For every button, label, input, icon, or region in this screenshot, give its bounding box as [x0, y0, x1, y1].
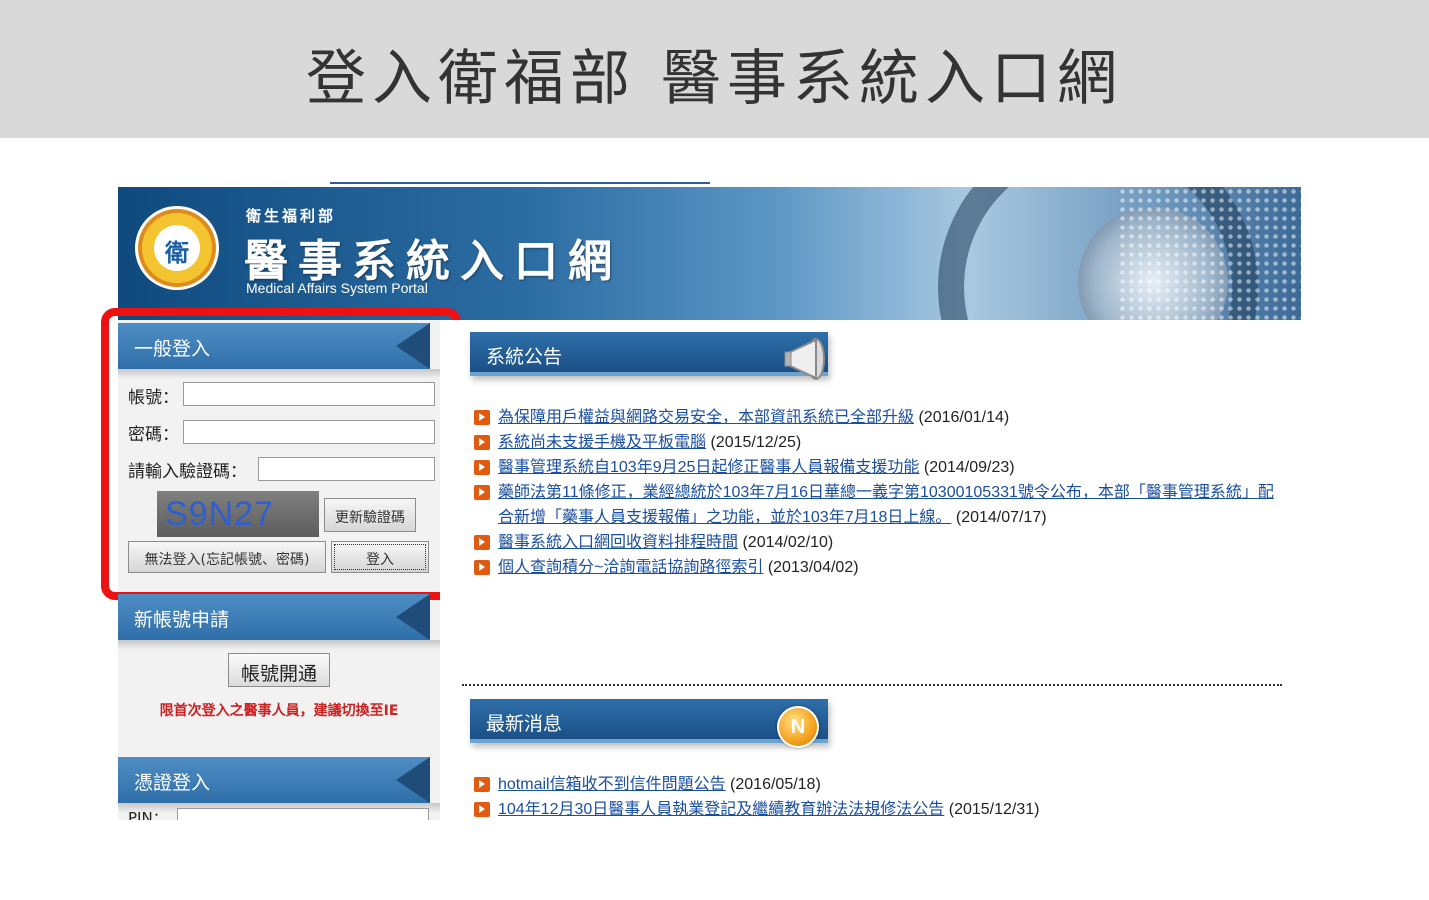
account-activation-button[interactable]: 帳號開通: [228, 653, 330, 687]
announcement-link[interactable]: 為保障用戶權益與網路交易安全，本部資訊系統已全部升級: [498, 409, 914, 426]
list-item: hotmail信箱收不到信件問題公告 (2016/05/18): [474, 772, 1284, 797]
play-bullet-icon: [474, 410, 490, 425]
list-item: 為保障用戶權益與網路交易安全，本部資訊系統已全部升級 (2016/01/14): [474, 405, 1284, 430]
ministry-logo: 衛: [138, 209, 216, 287]
latest-news-header: 最新消息: [470, 699, 828, 743]
announcements-list: 為保障用戶權益與網路交易安全，本部資訊系統已全部升級 (2016/01/14) …: [474, 405, 1284, 580]
announcement-date: (2014/02/10): [742, 534, 834, 551]
news-date: (2015/12/31): [948, 801, 1040, 818]
list-item: 個人查詢積分~洽詢電話協詢路徑索引 (2013/04/02): [474, 555, 1284, 580]
announcement-date: (2014/07/17): [955, 509, 1047, 526]
list-item: 系統尚未支援手機及平板電腦 (2015/12/25): [474, 430, 1284, 455]
announcement-link[interactable]: 醫事管理系統自103年9月25日起修正醫事人員報備支援功能: [498, 459, 919, 476]
org-name: 衛生福利部: [246, 207, 337, 225]
portal-title-en: Medical Affairs System Portal: [246, 280, 428, 296]
dot-pattern-decoration: [1118, 187, 1301, 320]
new-account-header: 新帳號申請: [118, 594, 430, 640]
announcement-link[interactable]: 個人查詢積分~洽詢電話協詢路徑索引: [498, 559, 763, 576]
logo-mark: 衛: [165, 238, 189, 267]
section-divider: [462, 684, 1282, 686]
play-bullet-icon: [474, 460, 490, 475]
login-highlight-frame: [101, 308, 461, 600]
play-bullet-icon: [474, 802, 490, 817]
announcement-link[interactable]: 系統尚未支援手機及平板電腦: [498, 434, 706, 451]
announcement-link[interactable]: 醫事系統入口網回收資料排程時間: [498, 534, 738, 551]
slide-title: 登入衛福部 醫事系統入口網: [305, 44, 1124, 114]
announcement-date: (2015/12/25): [710, 434, 802, 451]
announcement-date: (2014/09/23): [923, 459, 1015, 476]
play-bullet-icon: [474, 435, 490, 450]
play-bullet-icon: [474, 485, 490, 500]
pin-label: PIN：: [128, 809, 168, 820]
portal-banner: 衛 衛生福利部 醫事系統入口網 Medical Affairs System P…: [118, 187, 1301, 320]
announcement-date: (2013/04/02): [767, 559, 859, 576]
list-item: 藥師法第11條修正，業經總統於103年7月16日華總一義字第1030010533…: [474, 480, 1284, 530]
pin-input[interactable]: [177, 808, 429, 820]
list-item: 醫事系統入口網回收資料排程時間 (2014/02/10): [474, 530, 1284, 555]
announcement-link[interactable]: 藥師法第11條修正，業經總統於103年7月16日華總一義字第1030010533…: [498, 484, 1274, 526]
announcements-header: 系統公告: [470, 332, 828, 376]
certificate-login-header: 憑證登入: [118, 757, 430, 803]
megaphone-icon: [784, 338, 825, 380]
play-bullet-icon: [474, 535, 490, 550]
latest-news-list: hotmail信箱收不到信件問題公告 (2016/05/18) 104年12月3…: [474, 772, 1284, 822]
announcement-date: (2016/01/14): [918, 409, 1010, 426]
list-item: 醫事管理系統自103年9月25日起修正醫事人員報備支援功能 (2014/09/2…: [474, 455, 1284, 480]
play-bullet-icon: [474, 777, 490, 792]
top-rule: [330, 182, 710, 184]
news-link[interactable]: 104年12月30日醫事人員執業登記及繼續教育辦法法規修法公告: [498, 801, 944, 818]
slide-title-bar: 登入衛福部 醫事系統入口網: [0, 0, 1429, 138]
list-item: 104年12月30日醫事人員執業登記及繼續教育辦法法規修法公告 (2015/12…: [474, 797, 1284, 822]
news-date: (2016/05/18): [730, 776, 821, 793]
first-login-notice: 限首次登入之醫事人員，建議切換至IE: [159, 703, 399, 719]
new-badge-icon: N: [777, 706, 819, 748]
news-link[interactable]: hotmail信箱收不到信件問題公告: [498, 776, 726, 793]
play-bullet-icon: [474, 560, 490, 575]
